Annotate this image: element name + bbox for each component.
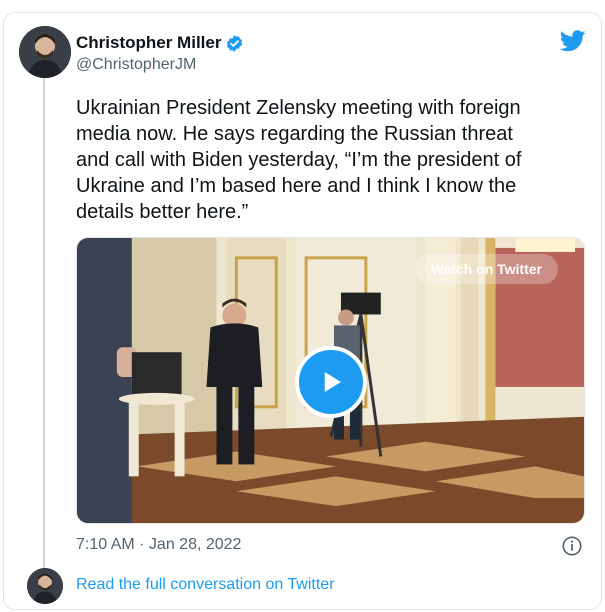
- thread-line: [43, 78, 45, 570]
- watch-on-twitter-button[interactable]: Watch on Twitter: [414, 254, 558, 284]
- play-button[interactable]: [295, 346, 367, 418]
- author-name-row[interactable]: Christopher Miller: [76, 33, 244, 53]
- author-avatar[interactable]: [19, 26, 71, 78]
- author-name[interactable]: Christopher Miller: [76, 33, 221, 53]
- video-player[interactable]: Watch on Twitter: [76, 237, 585, 524]
- reply-avatar-photo: [27, 568, 63, 604]
- read-full-conversation-link[interactable]: Read the full conversation on Twitter: [76, 576, 335, 594]
- twitter-bird-icon[interactable]: [560, 30, 586, 52]
- verified-badge-icon: [227, 34, 243, 52]
- info-icon[interactable]: [561, 535, 583, 557]
- tweet-text: Ukrainian President Zelensky meeting wit…: [76, 97, 522, 223]
- author-photo: [19, 26, 71, 78]
- play-icon: [324, 372, 341, 392]
- tweet-timestamp[interactable]: 7:10 AM · Jan 28, 2022: [76, 536, 241, 554]
- reply-avatar[interactable]: [27, 568, 63, 604]
- author-handle[interactable]: @ChristopherJM: [76, 56, 196, 74]
